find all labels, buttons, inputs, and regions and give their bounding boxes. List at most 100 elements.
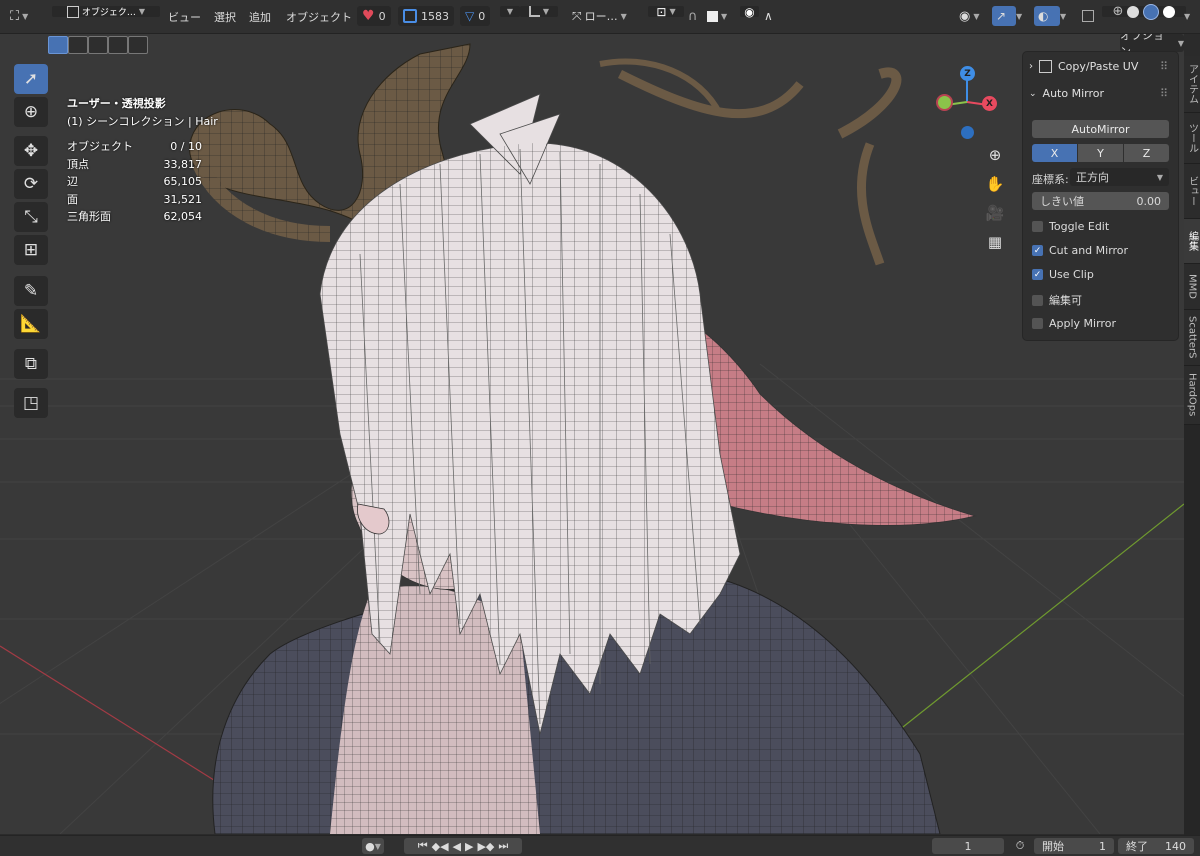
axis-x-label: X <box>1050 146 1059 160</box>
menu-object[interactable]: オブジェクト <box>286 9 352 25</box>
stat-value: 33,817 <box>163 157 203 171</box>
stopwatch-icon[interactable]: ⏱ <box>1010 838 1030 854</box>
tab-scatter[interactable]: ScatterS <box>1184 310 1200 366</box>
axis-x-toggle[interactable]: X <box>1032 144 1077 162</box>
snap-type-button[interactable]: ▼ <box>520 6 558 17</box>
camera-button[interactable]: 🎥 <box>981 200 1009 226</box>
tab-item[interactable]: アイテム <box>1184 56 1200 113</box>
use-clip-checkbox[interactable]: ✓ Use Clip <box>1032 268 1094 281</box>
transform-orientation-select[interactable]: ⤧ ロー… ▼ <box>568 6 648 26</box>
end-frame-field[interactable]: 終了 140 <box>1118 838 1194 854</box>
measure-tool[interactable]: 📐 <box>14 309 48 339</box>
xray-toggle[interactable] <box>1078 6 1102 26</box>
gizmo-x-label: X <box>986 98 993 109</box>
editable-checkbox[interactable]: 編集可 <box>1032 292 1082 308</box>
play-reverse-icon[interactable]: ◀ <box>453 840 461 853</box>
checkbox-icon <box>1032 221 1043 232</box>
snap-element-button[interactable]: ▼ <box>703 6 741 26</box>
zoom-icon: ⊕ <box>988 146 1002 164</box>
mode-select[interactable]: オブジェク… ▼ <box>52 5 160 18</box>
snap-toggle[interactable]: ∩ <box>684 6 702 26</box>
options-dropdown[interactable]: オプション ▼ <box>1120 34 1184 58</box>
next-keyframe-icon[interactable]: ▶◆ <box>477 840 494 853</box>
start-frame-field[interactable]: 開始 1 <box>1034 838 1114 854</box>
gizmo-z-icon[interactable]: Z <box>960 66 975 81</box>
play-icon[interactable]: ▶ <box>465 840 473 853</box>
overlay-dropdown[interactable]: ▼ <box>1056 6 1076 26</box>
editor-type-icon: ⛶ <box>10 8 20 24</box>
proportional-edit-toggle[interactable]: ◉ <box>740 4 759 19</box>
prev-keyframe-icon[interactable]: ◆◀ <box>432 840 449 853</box>
checkbox-label: 編集可 <box>1049 294 1082 307</box>
gizmo-neg-z-icon[interactable] <box>961 126 974 139</box>
vertex-counter[interactable]: 1583 <box>398 6 454 26</box>
shading-dropdown[interactable]: ▼ <box>1180 6 1200 26</box>
select-invert-icon[interactable] <box>108 36 128 54</box>
pivot-point-button[interactable]: ⊡ ▼ <box>648 5 684 19</box>
triangle-count: 0 <box>478 9 486 23</box>
copy-paste-uv-header[interactable]: › Copy/Paste UV <box>1029 60 1138 73</box>
cursor-arrow-icon: ➚ <box>23 69 39 89</box>
wireframe-shading-icon[interactable]: ⊕ <box>1113 4 1124 19</box>
auto-mirror-button[interactable]: AutoMirror <box>1032 120 1169 138</box>
jump-end-icon[interactable]: ⏭ <box>498 839 508 853</box>
coord-select[interactable]: 正方向 ▼ <box>1070 168 1169 186</box>
stat-row: 頂点 33,817 <box>67 156 202 174</box>
select-intersect-icon[interactable] <box>128 36 148 54</box>
rotate-tool[interactable]: ⟳ <box>14 169 48 199</box>
3d-viewport[interactable]: オプション ▼ ➚ ⊕ ✥ ⟳ ⤡ ⊞ ✎ 📐 ⧉ ◳ ユーザー・透視投影 (1… <box>0 34 1184 834</box>
gizmo-y-icon[interactable] <box>938 96 951 109</box>
zoom-button[interactable]: ⊕ <box>981 142 1009 168</box>
orientation-icon: ⤧ <box>572 8 582 23</box>
current-frame-field[interactable]: 1 <box>932 838 1004 854</box>
tab-hardops[interactable]: HardOps <box>1184 366 1200 425</box>
add-cube-tool[interactable]: ⧉ <box>14 349 48 379</box>
counter-dropdown[interactable]: ▼ <box>500 6 520 17</box>
select-extend-icon[interactable] <box>68 36 88 54</box>
drag-handle-icon[interactable]: ⠿ <box>1160 60 1168 73</box>
jump-start-icon[interactable]: ⏮ <box>418 839 428 853</box>
gizmo-x-icon[interactable]: X <box>982 96 997 111</box>
menu-add[interactable]: 追加 <box>249 9 271 25</box>
cut-and-mirror-checkbox[interactable]: ✓ Cut and Mirror <box>1032 244 1128 257</box>
gizmo-dropdown[interactable]: ▼ <box>1012 6 1032 26</box>
checkbox-label: Toggle Edit <box>1049 220 1110 233</box>
checkbox-icon <box>1032 294 1043 306</box>
perspective-button[interactable]: ▦ <box>981 229 1009 255</box>
keyframe-button[interactable]: ● ▼ <box>362 838 384 854</box>
triangle-counter[interactable]: ▽ 0 <box>460 6 491 26</box>
move-tool[interactable]: ✥ <box>14 136 48 166</box>
falloff-button[interactable]: ∧ <box>760 6 792 26</box>
rendered-shading-icon[interactable] <box>1163 5 1176 18</box>
dot-circle-icon: ◉ <box>744 4 755 19</box>
visibility-button[interactable]: ◉ ▼ <box>955 6 995 26</box>
toggle-edit-checkbox[interactable]: Toggle Edit <box>1032 220 1109 233</box>
menu-select[interactable]: 選択 <box>214 9 236 25</box>
apply-mirror-checkbox[interactable]: Apply Mirror <box>1032 317 1116 330</box>
annotate-tool[interactable]: ✎ <box>14 276 48 306</box>
cursor-tool[interactable]: ⊕ <box>14 97 48 127</box>
grid-icon: ▦ <box>987 233 1003 251</box>
auto-mirror-header[interactable]: ⌄ Auto Mirror <box>1029 87 1104 100</box>
tab-edit[interactable]: 編集 <box>1184 219 1200 264</box>
bevel-tool[interactable]: ◳ <box>14 388 48 418</box>
pan-button[interactable]: ✋ <box>981 171 1009 197</box>
tab-view[interactable]: ビュー <box>1184 164 1200 219</box>
axis-z-toggle[interactable]: Z <box>1124 144 1169 162</box>
heart-counter[interactable]: ♥ 0 <box>357 6 391 26</box>
playback-controls: ⏮ ◆◀ ◀ ▶ ▶◆ ⏭ <box>404 838 522 854</box>
scale-tool[interactable]: ⤡ <box>14 202 48 232</box>
material-shading-icon[interactable] <box>1143 3 1160 20</box>
threshold-field[interactable]: しきい値 0.00 <box>1032 192 1169 210</box>
tab-mmd[interactable]: MMD <box>1184 264 1200 310</box>
tab-tool[interactable]: ツール <box>1184 113 1200 164</box>
editor-type-button[interactable]: ⛶ ▼ <box>6 6 32 26</box>
select-subtract-icon[interactable] <box>88 36 108 54</box>
menu-view[interactable]: ビュー <box>168 9 201 25</box>
axis-y-toggle[interactable]: Y <box>1078 144 1123 162</box>
solid-shading-icon[interactable] <box>1127 5 1140 18</box>
select-tool[interactable]: ➚ <box>14 64 48 94</box>
transform-tool[interactable]: ⊞ <box>14 235 48 265</box>
select-new-icon[interactable] <box>48 36 68 54</box>
drag-handle-icon[interactable]: ⠿ <box>1160 87 1168 100</box>
